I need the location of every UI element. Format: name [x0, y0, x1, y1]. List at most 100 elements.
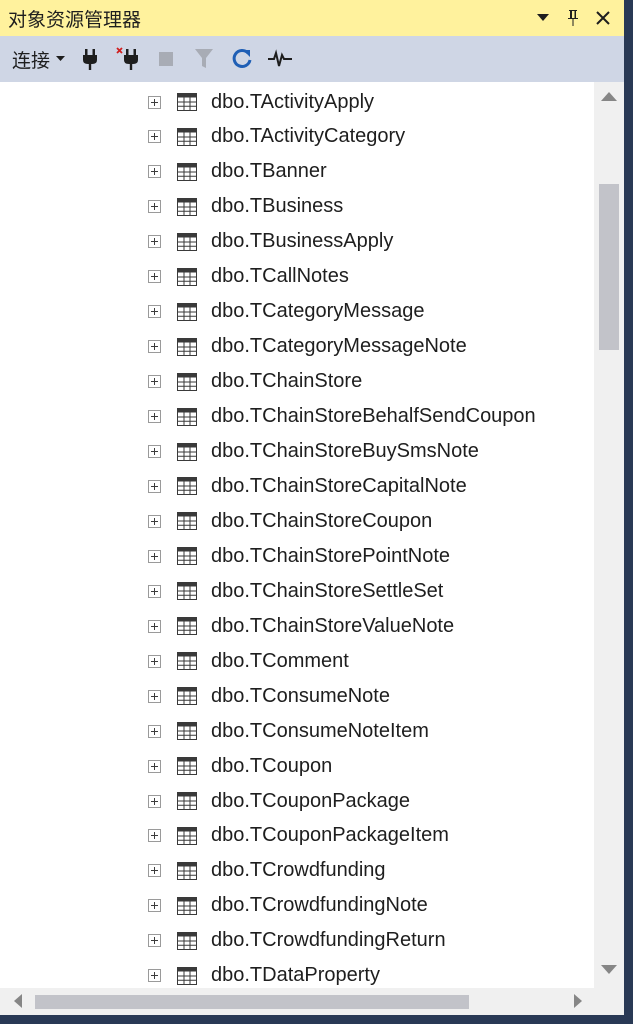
expand-plus-icon[interactable] [148, 375, 161, 389]
tree-node-table[interactable]: dbo.TChainStoreSettleSet [148, 575, 443, 607]
tree-node-label: dbo.TCrowdfundingNote [211, 894, 428, 917]
tree-node-table[interactable]: dbo.TBanner [148, 156, 327, 188]
expand-plus-icon[interactable] [148, 969, 161, 983]
tree-node-table[interactable]: dbo.TChainStoreCapitalNote [148, 470, 467, 502]
tree-node-table[interactable]: dbo.TCrowdfundingNote [148, 890, 428, 922]
tree-node-table[interactable]: dbo.TActivityCategory [148, 121, 405, 153]
expand-plus-icon[interactable] [148, 445, 161, 458]
chevron-down-icon [56, 56, 66, 61]
horizontal-scrollbar[interactable] [0, 988, 594, 1015]
table-icon [177, 232, 197, 251]
close-icon[interactable] [592, 7, 614, 29]
tree-node-table[interactable]: dbo.TChainStoreCoupon [148, 505, 432, 537]
horizontal-scroll-thumb[interactable] [35, 995, 469, 1009]
table-icon [177, 652, 197, 671]
expand-plus-icon[interactable] [148, 479, 161, 493]
tree-node-label: dbo.TChainStoreCoupon [211, 509, 433, 532]
title-actions [532, 7, 614, 29]
expand-plus-icon[interactable] [148, 200, 161, 214]
tree-node-label: dbo.TConsumeNoteItem [211, 719, 429, 742]
tree-node-label: dbo.TDataProperty [211, 964, 380, 987]
expand-plus-icon[interactable] [148, 794, 161, 808]
tree-node-table[interactable]: dbo.TDataProperty [148, 960, 380, 988]
tree-node-label: dbo.TCategoryMessageNote [211, 335, 467, 358]
expand-plus-icon[interactable] [148, 549, 161, 563]
table-icon [177, 896, 197, 915]
disconnect-icon[interactable] [115, 46, 141, 72]
tree-node-table[interactable]: dbo.TCouponPackageItem [148, 820, 449, 852]
table-icon [177, 792, 197, 810]
tree-node-table[interactable]: dbo.TCallNotes [148, 261, 349, 293]
chevron-down-icon[interactable] [532, 7, 554, 29]
tree-node-label: dbo.TCrowdfunding [211, 859, 386, 882]
table-icon [177, 267, 197, 286]
expand-plus-icon[interactable] [148, 130, 161, 144]
expand-plus-icon[interactable] [148, 899, 161, 913]
table-icon [177, 127, 197, 146]
activity-monitor-icon[interactable] [267, 46, 293, 72]
expand-plus-icon[interactable] [148, 759, 161, 773]
expand-plus-icon[interactable] [148, 235, 161, 249]
table-icon [177, 931, 197, 950]
scroll-up-arrow-icon[interactable] [601, 92, 617, 101]
tree-node-table[interactable]: dbo.TChainStore [148, 366, 362, 398]
table-icon [177, 687, 197, 706]
plug-icon[interactable] [77, 46, 103, 72]
expand-plus-icon[interactable] [148, 584, 161, 598]
expand-plus-icon[interactable] [148, 305, 161, 319]
refresh-icon[interactable] [229, 46, 255, 72]
tree-node-table[interactable]: dbo.TConsumeNote [148, 680, 390, 712]
scroll-left-arrow-icon[interactable] [14, 994, 22, 1008]
expand-plus-icon[interactable] [148, 724, 161, 738]
scrollbar-corner [594, 988, 624, 1015]
expand-plus-icon[interactable] [148, 340, 161, 354]
tree-node-table[interactable]: dbo.TCoupon [148, 750, 332, 782]
expand-plus-icon[interactable] [148, 270, 161, 284]
tree-node-table[interactable]: dbo.TChainStorePointNote [148, 540, 450, 572]
tree-node-label: dbo.TActivityApply [211, 90, 375, 113]
panel-title: 对象资源管理器 [8, 9, 142, 31]
tree-node-table[interactable]: dbo.TComment [148, 645, 349, 677]
expand-plus-icon[interactable] [148, 689, 161, 703]
tree-node-table[interactable]: dbo.TBusiness [148, 191, 343, 223]
tree-node-table[interactable]: dbo.TCategoryMessage [148, 296, 424, 328]
tree-node-table[interactable]: dbo.TCouponPackage [148, 785, 410, 817]
tree-node-table[interactable]: dbo.TCrowdfunding [148, 855, 386, 887]
tree-node-label: dbo.TCouponPackage [211, 789, 411, 812]
table-icon [177, 582, 197, 601]
expand-plus-icon[interactable] [148, 829, 161, 843]
tree-node-table[interactable]: dbo.TChainStoreValueNote [148, 610, 454, 642]
connect-button[interactable]: 连接 [12, 46, 66, 73]
table-icon [177, 722, 197, 741]
tree-node-table[interactable]: dbo.TBusinessApply [148, 226, 393, 258]
tree-node-table[interactable]: dbo.TChainStoreBehalfSendCoupon [148, 401, 536, 433]
scroll-down-arrow-icon[interactable] [601, 965, 617, 974]
stop-icon[interactable] [153, 46, 179, 72]
tree-node-table[interactable]: dbo.TCrowdfundingReturn [148, 925, 446, 957]
tree-node-table[interactable]: dbo.TConsumeNoteItem [148, 715, 429, 747]
tree-node-table[interactable]: dbo.TChainStoreBuySmsNote [148, 436, 479, 468]
tree-node-table[interactable]: dbo.TCategoryMessageNote [148, 331, 467, 363]
pin-icon[interactable] [562, 7, 584, 29]
expand-plus-icon[interactable] [148, 654, 161, 668]
filter-icon[interactable] [191, 46, 217, 72]
table-icon [177, 966, 197, 985]
toolbar: 连接 [0, 36, 624, 83]
object-tree[interactable]: dbo.TActivityApply dbo.TActivityCategory d… [0, 82, 594, 988]
tree-node-label: dbo.TBanner [211, 160, 327, 183]
tree-node-label: dbo.TCrowdfundingReturn [211, 929, 446, 952]
expand-plus-icon[interactable] [148, 410, 161, 424]
expand-plus-icon[interactable] [148, 864, 161, 878]
expand-plus-icon[interactable] [148, 934, 161, 948]
expand-plus-icon[interactable] [148, 514, 161, 528]
table-icon [177, 93, 197, 111]
vertical-scroll-thumb[interactable] [599, 184, 619, 350]
scroll-right-arrow-icon[interactable] [574, 994, 582, 1008]
expand-plus-icon[interactable] [148, 619, 161, 633]
tree-node-table[interactable]: dbo.TActivityApply [148, 86, 374, 118]
expand-plus-icon[interactable] [148, 165, 161, 179]
expand-plus-icon[interactable] [148, 95, 161, 109]
table-icon [177, 337, 197, 356]
table-icon [177, 826, 197, 845]
vertical-scrollbar[interactable] [594, 82, 624, 988]
